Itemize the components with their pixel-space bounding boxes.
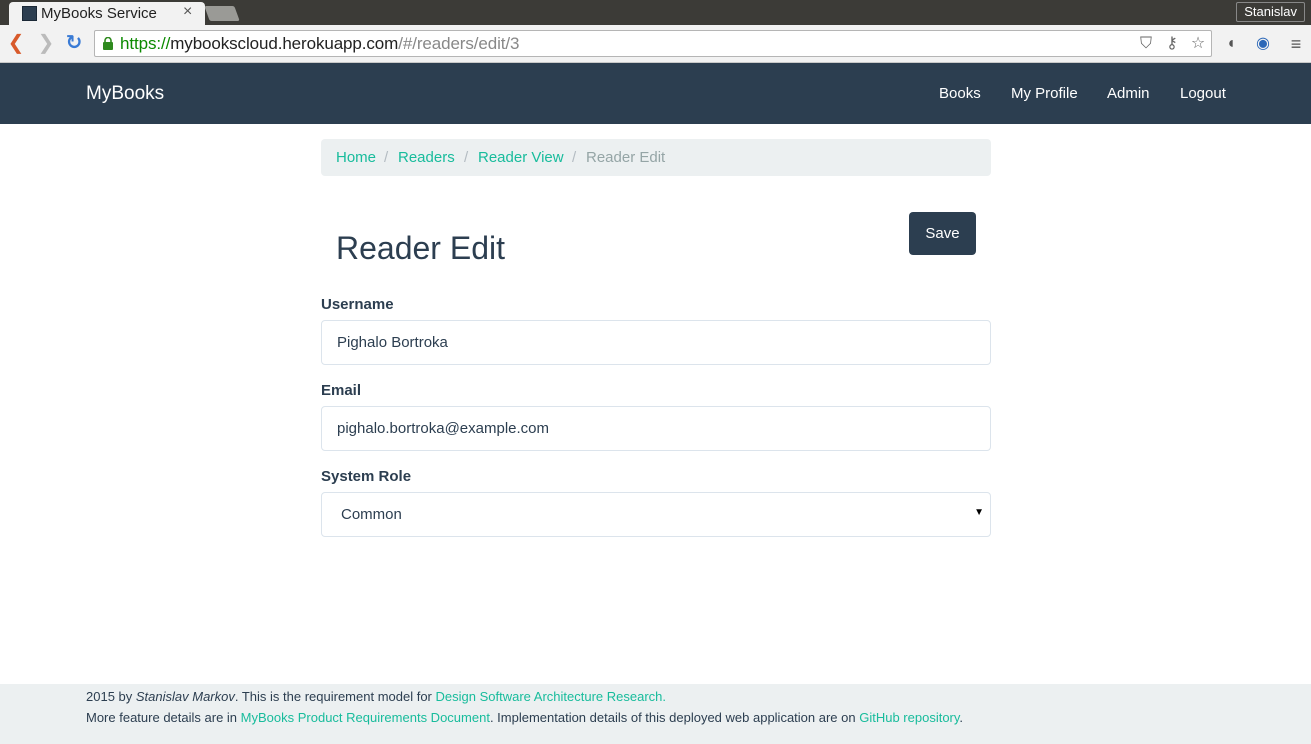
breadcrumb-separator: / [464, 149, 469, 166]
breadcrumb: Home / Readers / Reader View / Reader Ed… [321, 139, 991, 176]
caret-down-icon: ▼ [974, 507, 984, 518]
breadcrumb-home[interactable]: Home [336, 149, 376, 166]
save-button[interactable]: Save [909, 212, 976, 255]
nav-logout[interactable]: Logout [1180, 85, 1226, 102]
back-arrow-icon[interactable]: ❮ [5, 32, 27, 54]
lock-icon [103, 37, 113, 50]
new-tab-button[interactable] [204, 6, 240, 21]
url-text: https://mybookscloud.herokuapp.com/#/rea… [120, 34, 520, 53]
browser-tab[interactable]: MyBooks Service × [9, 2, 205, 25]
brand-link[interactable]: MyBooks [86, 83, 164, 105]
menu-icon[interactable]: ≡ [1285, 33, 1307, 55]
email-label: Email [321, 382, 362, 399]
favicon-icon [22, 6, 37, 21]
close-tab-icon[interactable]: × [183, 3, 192, 21]
browser-toolbar: ❮ ❯ ↻ https://mybookscloud.herokuapp.com… [0, 25, 1311, 63]
page-title: Reader Edit [336, 230, 505, 266]
address-bar[interactable]: https://mybookscloud.herokuapp.com/#/rea… [94, 30, 1212, 57]
breadcrumb-reader-view[interactable]: Reader View [478, 149, 564, 166]
browser-tab-bar: MyBooks Service × Stanislav [0, 0, 1311, 25]
requirements-doc-link[interactable]: MyBooks Product Requirements Document [241, 710, 490, 725]
email-input[interactable] [321, 406, 991, 451]
system-role-label: System Role [321, 468, 412, 485]
nav-my-profile[interactable]: My Profile [1011, 85, 1078, 102]
breadcrumb-reader-edit: Reader Edit [586, 149, 666, 166]
username-label: Username [321, 296, 394, 313]
breadcrumb-separator: / [384, 149, 389, 166]
star-icon[interactable]: ☆ [1189, 34, 1207, 53]
footer-line-2: More feature details are in MyBooks Prod… [86, 710, 964, 725]
app-navbar: MyBooks Books My Profile Admin Logout [0, 63, 1311, 124]
username-input[interactable] [321, 320, 991, 365]
footer-author: Stanislav Markov [135, 689, 235, 704]
profile-button[interactable]: Stanislav [1236, 2, 1305, 22]
nav-admin[interactable]: Admin [1107, 85, 1150, 102]
key-icon[interactable]: ⚷ [1163, 34, 1181, 53]
phone-extension-icon[interactable]: ◉ [1252, 33, 1274, 55]
system-role-value: Common [341, 506, 402, 523]
footer: 2015 by Stanislav Markov. This is the re… [0, 684, 1311, 744]
tab-title: MyBooks Service [41, 5, 157, 22]
system-role-select[interactable]: Common ▼ [321, 492, 991, 537]
speaker-extension-icon[interactable]: ◖ [1220, 33, 1242, 55]
forward-arrow-icon[interactable]: ❯ [35, 32, 57, 54]
design-research-link[interactable]: Design Software Architecture Research. [436, 689, 667, 704]
nav-books[interactable]: Books [939, 85, 981, 102]
footer-line-1: 2015 by Stanislav Markov. This is the re… [86, 689, 667, 704]
shield-icon[interactable]: ⛉ [1137, 34, 1155, 53]
reload-icon[interactable]: ↻ [63, 32, 85, 54]
breadcrumb-readers[interactable]: Readers [398, 149, 455, 166]
breadcrumb-separator: / [572, 149, 577, 166]
github-link[interactable]: GitHub repository [859, 710, 959, 725]
